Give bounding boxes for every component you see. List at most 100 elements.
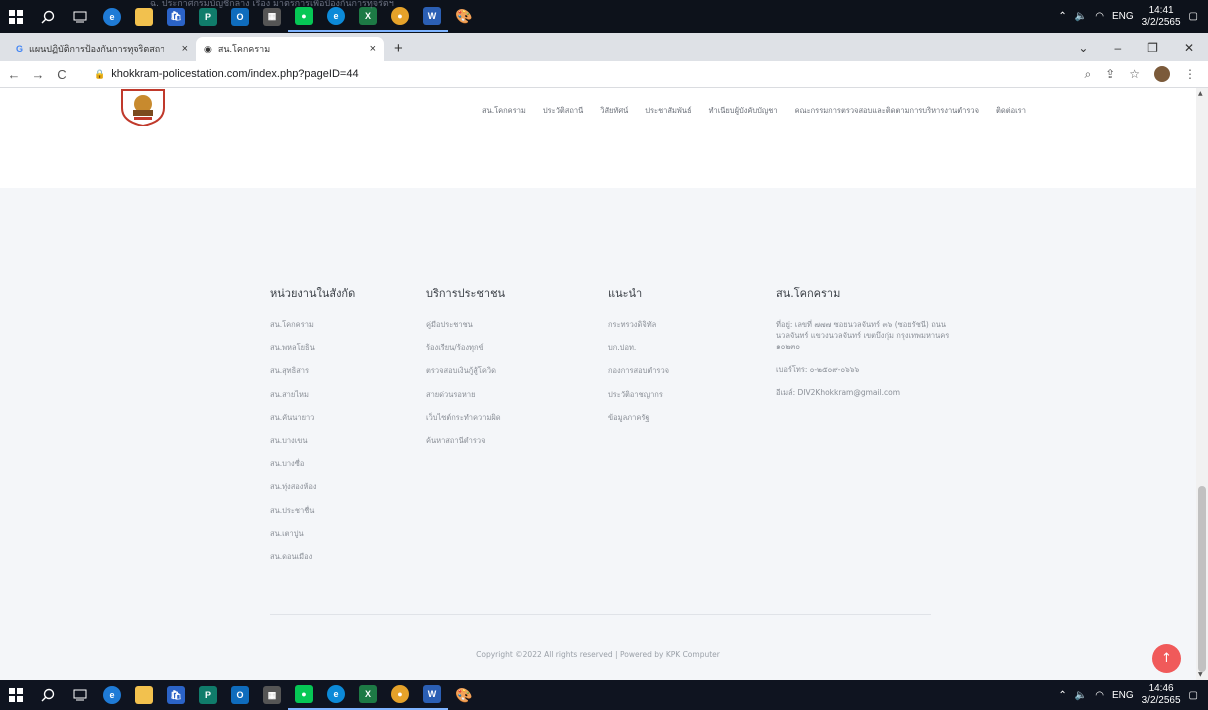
url-text: khokkram-policestation.com/index.php?pag…	[111, 68, 359, 80]
paint-icon[interactable]: 🎨	[448, 680, 480, 710]
zoom-icon[interactable]: ⌕	[1084, 67, 1091, 82]
edge-legacy-icon[interactable]: e	[96, 680, 128, 710]
close-icon[interactable]: ×	[370, 43, 376, 55]
footer-link[interactable]: สน.สายไหม	[270, 389, 355, 412]
bookmark-star-icon[interactable]: ☆	[1129, 67, 1140, 81]
browser-tab-bar: G แผนปฏิบัติการป้องกันการทุจริตสถานีตำรว…	[0, 33, 1208, 61]
lock-icon[interactable]: 🔒	[94, 69, 105, 80]
word-icon[interactable]: W	[416, 2, 448, 32]
back-to-top-button[interactable]: ↑	[1152, 644, 1181, 673]
footer-link[interactable]: สน.ประชาชื่น	[270, 505, 355, 528]
footer-link[interactable]: สน.คันนายาว	[270, 412, 355, 435]
wifi-icon[interactable]: ◠	[1095, 11, 1104, 22]
footer-link[interactable]: สายด่วนรอหาย	[426, 389, 505, 412]
forward-icon[interactable]: →	[28, 67, 48, 82]
language-indicator[interactable]: ENG	[1112, 690, 1134, 701]
footer-link[interactable]: ร้องเรียน/ร้องทุกข์	[426, 342, 505, 365]
clock[interactable]: 14:46 3/2/2565	[1142, 683, 1181, 707]
clock[interactable]: 14:41 3/2/2565	[1142, 5, 1181, 29]
line-app-icon[interactable]: ●	[288, 680, 320, 710]
footer-link[interactable]: สน.สุทธิสาร	[270, 365, 355, 388]
footer-col-title: แนะนำ	[608, 287, 643, 300]
nav-item-home[interactable]: สน.โคกคราม	[482, 105, 526, 117]
footer-link[interactable]: สน.พหลโยธิน	[270, 342, 355, 365]
nav-item-vision[interactable]: วิสัยทัศน์	[600, 105, 628, 117]
store-icon[interactable]: 🛍	[160, 680, 192, 710]
speaker-icon[interactable]: 🔈	[1075, 690, 1087, 701]
scroll-up-icon[interactable]: ▲	[1198, 90, 1203, 97]
scrollbar-thumb[interactable]	[1198, 486, 1206, 672]
police-logo[interactable]	[118, 88, 168, 126]
reload-icon[interactable]: C	[52, 67, 72, 82]
windows-start-icon[interactable]	[0, 2, 32, 32]
publisher-icon[interactable]: P	[192, 680, 224, 710]
tab-policy[interactable]: G แผนปฏิบัติการป้องกันการทุจริตสถานีตำรว…	[8, 37, 196, 61]
profile-avatar[interactable]	[1154, 66, 1170, 82]
edge-legacy-icon[interactable]: e	[96, 2, 128, 32]
calculator-icon[interactable]: ▦	[256, 680, 288, 710]
scroll-down-icon[interactable]: ▼	[1198, 671, 1203, 678]
back-icon[interactable]: ←	[4, 67, 24, 82]
task-view-icon[interactable]	[64, 680, 96, 710]
footer-link[interactable]: สน.ทุ่งสองห้อง	[270, 481, 355, 504]
site-header: สน.โคกคราม ประวัติสถานี วิสัยทัศน์ ประชา…	[0, 88, 1196, 134]
notification-icon[interactable]: ▢	[1189, 690, 1198, 701]
footer-col-recommend: แนะนำ กระทรวงดิจิทัล บก.ปอท. กองการสอบตำ…	[608, 284, 669, 435]
footer-link[interactable]: ตรวจสอบเงินกู้สู้โควิด	[426, 365, 505, 388]
footer-link[interactable]: สน.เตาปูน	[270, 528, 355, 551]
file-explorer-icon[interactable]	[128, 680, 160, 710]
search-icon[interactable]	[32, 680, 64, 710]
chevron-up-icon[interactable]: ⌃	[1058, 11, 1066, 22]
url-field[interactable]: 🔒 khokkram-policestation.com/index.php?p…	[94, 68, 359, 80]
tab-khokkram[interactable]: ◉ สน.โคกคราม ×	[196, 37, 384, 61]
notification-icon[interactable]: ▢	[1189, 11, 1198, 22]
footer-link[interactable]: สน.บางเขน	[270, 435, 355, 458]
speaker-icon[interactable]: 🔈	[1075, 11, 1087, 22]
nav-item-commanders[interactable]: ทำเนียบผู้บังคับบัญชา	[709, 105, 778, 117]
email-text[interactable]: อีเมล์: DIV2Khokkram@gmail.com	[776, 387, 954, 398]
close-icon[interactable]: ×	[182, 43, 188, 55]
chrome-icon[interactable]: ●	[384, 680, 416, 710]
minimize-button[interactable]: –	[1114, 41, 1121, 55]
window-controls: ⌄ – ❐ ✕	[1064, 41, 1208, 61]
nav-item-pr[interactable]: ประชาสัมพันธ์	[645, 105, 691, 117]
footer-divider	[270, 614, 931, 615]
nav-item-history[interactable]: ประวัติสถานี	[543, 105, 583, 117]
new-tab-button[interactable]: +	[384, 40, 413, 61]
word-icon[interactable]: W	[416, 680, 448, 710]
share-icon[interactable]: ⇪	[1105, 67, 1115, 81]
footer-link[interactable]: เว็บไซต์กระทำความผิด	[426, 412, 505, 435]
clock-time: 14:46	[1148, 683, 1174, 694]
language-indicator[interactable]: ENG	[1112, 11, 1134, 22]
footer-link[interactable]: ข้อมูลภาครัฐ	[608, 412, 669, 435]
footer-link[interactable]: บก.ปอท.	[608, 342, 669, 365]
windows-start-icon[interactable]	[0, 680, 32, 710]
task-view-icon[interactable]	[64, 2, 96, 32]
footer-col-title: หน่วยงานในสังกัด	[270, 287, 356, 300]
chevron-down-icon[interactable]: ⌄	[1078, 41, 1088, 55]
footer-link[interactable]: สน.โคกคราม	[270, 319, 355, 342]
excel-icon[interactable]: X	[352, 680, 384, 710]
menu-kebab-icon[interactable]: ⋮	[1184, 67, 1196, 81]
taskbar-bottom: e 🛍 P O ▦ ● e X ● W 🎨 ⌃ 🔈 ◠ ENG 14:46 3/…	[0, 680, 1208, 710]
footer-link[interactable]: สน.ดอนเมือง	[270, 551, 355, 574]
search-icon[interactable]	[32, 2, 64, 32]
footer-link[interactable]: ประวัติอาชญากร	[608, 389, 669, 412]
footer-link[interactable]: ค้นหาสถานีตำรวจ	[426, 435, 505, 458]
phone-text: เบอร์โทร: ๐-๒๕๐๙-๐๖๖๖	[776, 365, 860, 374]
outlook-icon[interactable]: O	[224, 680, 256, 710]
page-scrollbar[interactable]: ▲ ▼	[1196, 88, 1208, 680]
nav-item-committee[interactable]: คณะกรรมการตรวจสอบและติดตามการบริหารงานตำ…	[795, 105, 979, 117]
footer-link[interactable]: กองการสอบตำรวจ	[608, 365, 669, 388]
footer-link[interactable]: คู่มือประชาชน	[426, 319, 505, 342]
footer-link[interactable]: กระทรวงดิจิทัล	[608, 319, 669, 342]
copyright-text: Copyright ©2022 All rights reserved | Po…	[476, 650, 720, 659]
nav-item-contact[interactable]: ติดต่อเรา	[996, 105, 1026, 117]
footer-link[interactable]: สน.บางซื่อ	[270, 458, 355, 481]
chevron-up-icon[interactable]: ⌃	[1058, 690, 1066, 701]
wifi-icon[interactable]: ◠	[1095, 690, 1104, 701]
edge-icon[interactable]: e	[320, 680, 352, 710]
restore-button[interactable]: ❐	[1147, 41, 1158, 55]
paint-icon[interactable]: 🎨	[448, 2, 480, 32]
close-window-button[interactable]: ✕	[1184, 41, 1194, 55]
